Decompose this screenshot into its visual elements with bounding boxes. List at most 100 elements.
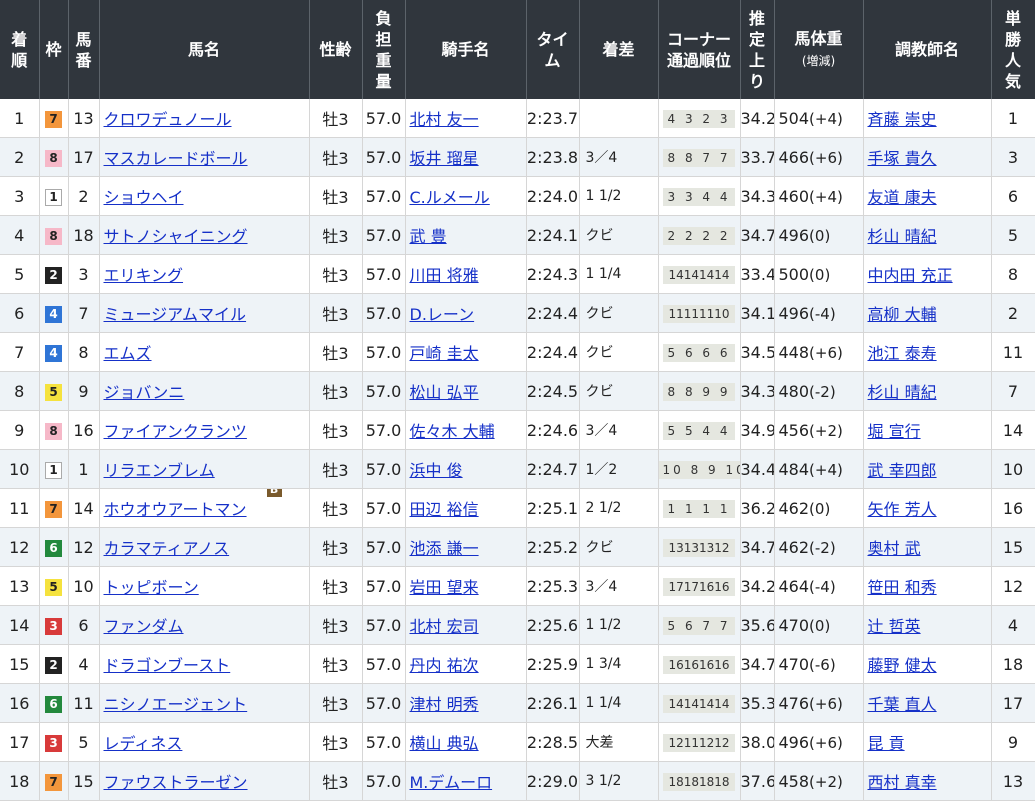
jockey-link[interactable]: 横山 典弘 [410, 734, 479, 753]
horse-name-link[interactable]: カラマティアノス [104, 539, 230, 558]
trainer-link[interactable]: 杉山 晴紀 [868, 383, 937, 402]
jockey-link[interactable]: D.レーン [410, 305, 475, 324]
trainer-link[interactable]: 中内田 充正 [868, 266, 953, 285]
body-weight-cell: 504(+4) [774, 99, 864, 138]
trainer-link[interactable]: 笹田 和秀 [868, 578, 937, 597]
horse-number-cell: 4 [68, 644, 100, 684]
trainer-link[interactable]: 武 幸四郎 [868, 461, 937, 480]
table-row: 18 7 15 ファウストラーゼン 牡3 57.0 M.デムーロ 2:29.0 3 1/2 181… [0, 761, 1035, 801]
horse-name-link[interactable]: マスカレードボール [104, 149, 248, 168]
jockey-link[interactable]: 津村 明秀 [410, 695, 479, 714]
header-trainer[interactable]: 調教師名 [863, 0, 992, 99]
body-weight-cell: 466(+6) [774, 137, 864, 177]
header-horse-number[interactable]: 馬番 [68, 0, 100, 99]
header-sex-age[interactable]: 性齢 [309, 0, 363, 99]
jockey-link[interactable]: 田辺 裕信 [410, 500, 479, 519]
trainer-link[interactable]: 昆 貢 [868, 734, 905, 753]
horse-name-link[interactable]: エムズ [104, 344, 152, 363]
weight-cell: 57.0 [362, 99, 406, 138]
table-row: 10 1 1 リラエンブレム 牡3 57.0 浜中 俊 2:24.7 1／2 10 8 9 10 3… [0, 449, 1035, 489]
header-row: 着順 枠 馬番 馬名 性齢 負担重量 騎手名 タイム 着差 コーナー 通過順位 推… [0, 0, 1035, 99]
jockey-link[interactable]: 岩田 望来 [410, 578, 479, 597]
horse-name-link[interactable]: ニシノエージェント [104, 695, 248, 714]
body-weight-cell: 458(+2) [774, 761, 864, 801]
waku-badge: 1 [45, 461, 62, 479]
horse-name-link[interactable]: ドラゴンブースト [104, 656, 231, 675]
horse-name-link[interactable]: ファイアンクランツ [104, 422, 247, 441]
horse-name-link[interactable]: ホウオウアートマン [104, 500, 247, 519]
header-rank[interactable]: 着順 [0, 0, 40, 99]
header-horse-name[interactable]: 馬名 [99, 0, 310, 99]
jockey-link[interactable]: 川田 将雅 [410, 266, 479, 285]
corner-positions: 3 3 4 4 [663, 188, 735, 206]
trainer-link[interactable]: 千葉 直人 [868, 695, 937, 714]
trainer-link[interactable]: 奥村 武 [868, 539, 921, 558]
table-row: 15 2 4 ドラゴンブースト 牡3 57.0 丹内 祐次 2:25.9 1 3/4 161616… [0, 644, 1035, 684]
header-corner[interactable]: コーナー 通過順位 [658, 0, 741, 99]
weight-cell: 57.0 [362, 488, 406, 528]
jockey-link[interactable]: 北村 友一 [410, 110, 479, 129]
table-row: 16 6 11 ニシノエージェント 牡3 57.0 津村 明秀 2:26.1 1 1/4 1414… [0, 683, 1035, 723]
header-popularity[interactable]: 単勝人気 [991, 0, 1035, 99]
trainer-link[interactable]: 藤野 健太 [868, 656, 937, 675]
header-margin[interactable]: 着差 [579, 0, 659, 99]
sex-age-cell: 牡3 [309, 605, 363, 645]
jockey-link[interactable]: 丹内 祐次 [410, 656, 479, 675]
jockey-link[interactable]: 戸崎 圭太 [410, 344, 479, 363]
trainer-link[interactable]: 堀 宣行 [868, 422, 921, 441]
trainer-link[interactable]: 辻 哲英 [868, 617, 921, 636]
horse-name-link[interactable]: ミュージアムマイル [104, 305, 247, 324]
body-weight-value: 496 [778, 303, 810, 323]
horse-name-link[interactable]: ショウヘイ [104, 188, 184, 207]
margin-cell: 1 1/2 [579, 176, 659, 216]
jockey-link[interactable]: 武 豊 [410, 227, 447, 246]
trainer-link[interactable]: 斉藤 崇史 [868, 110, 937, 129]
body-weight-diff: (-4) [809, 577, 836, 596]
trainer-link[interactable]: 杉山 晴紀 [868, 227, 937, 246]
body-weight-cell: 476(+6) [774, 683, 864, 723]
header-time[interactable]: タイム [526, 0, 580, 99]
corner-positions: 13131312 [663, 539, 735, 557]
margin-cell: 1 3/4 [579, 644, 659, 684]
horse-name-link[interactable]: サトノシャイニング [104, 227, 248, 246]
horse-name-link[interactable]: リラエンブレム [104, 461, 215, 480]
horse-name-link[interactable]: レディネス [104, 734, 183, 753]
waku-cell: 8 [39, 137, 69, 177]
waku-badge: 8 [45, 149, 62, 167]
jockey-link[interactable]: M.デムーロ [410, 773, 493, 792]
jockey-link[interactable]: C.ルメール [410, 188, 490, 207]
jockey-link[interactable]: 松山 弘平 [410, 383, 479, 402]
waku-cell: 2 [39, 644, 69, 684]
jockey-link[interactable]: 佐々木 大輔 [410, 422, 495, 441]
trainer-link[interactable]: 西村 真幸 [868, 773, 937, 792]
body-weight-diff: (-2) [809, 538, 836, 557]
popularity-cell: 18 [991, 644, 1035, 684]
trainer-link[interactable]: 高柳 大輔 [868, 305, 937, 324]
sex-age-cell: 牡3 [309, 410, 363, 450]
weight-cell: 57.0 [362, 449, 406, 489]
waku-badge: 2 [45, 656, 62, 674]
trainer-link[interactable]: 池江 泰寿 [868, 344, 937, 363]
rank-cell: 3 [0, 176, 40, 216]
header-body-weight[interactable]: 馬体重 (増減) [774, 0, 864, 99]
weight-cell: 57.0 [362, 332, 406, 372]
corner-cell: 14141414 [658, 254, 741, 294]
horse-name-link[interactable]: クロワデュノール [104, 110, 232, 129]
header-weight[interactable]: 負担重量 [362, 0, 406, 99]
header-jockey[interactable]: 騎手名 [405, 0, 527, 99]
horse-name-link[interactable]: トッピボーン [104, 578, 199, 597]
horse-name-link[interactable]: ファウストラーゼン [104, 773, 248, 792]
jockey-link[interactable]: 坂井 瑠星 [410, 149, 479, 168]
jockey-link[interactable]: 池添 謙一 [410, 539, 479, 558]
horse-name-link[interactable]: エリキング [104, 266, 184, 285]
header-waku[interactable]: 枠 [39, 0, 69, 99]
horse-name-link[interactable]: ジョバンニ [104, 383, 185, 402]
jockey-link[interactable]: 北村 宏司 [410, 617, 479, 636]
header-last3f[interactable]: 推定上り [740, 0, 775, 99]
jockey-link[interactable]: 浜中 俊 [410, 461, 463, 480]
trainer-link[interactable]: 矢作 芳人 [868, 500, 937, 519]
horse-name-link[interactable]: ファンダム [104, 617, 184, 636]
trainer-link[interactable]: 手塚 貴久 [868, 149, 937, 168]
trainer-link[interactable]: 友道 康夫 [868, 188, 937, 207]
horse-name-cell: カラマティアノス [99, 527, 310, 567]
